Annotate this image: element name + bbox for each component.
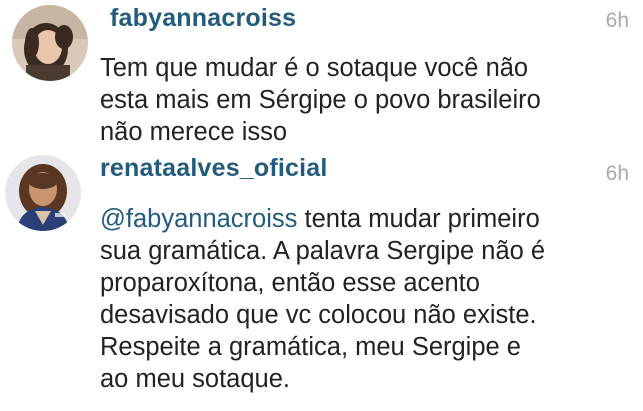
comment-text-line: Respeite a gramática, meu Sergipe e	[100, 333, 521, 361]
comment-text-line: não merece isso	[100, 118, 288, 146]
comment-text-line: sua gramática. A palavra Sergipe não é	[100, 237, 546, 265]
comment-timestamp: 6h	[605, 162, 629, 185]
user-avatar-photo-icon	[5, 155, 81, 231]
comment-text: Tem que mudar é o sotaque você não esta …	[100, 52, 613, 148]
comment-text-line: esta mais em Sérgipe o povo brasileiro	[100, 86, 541, 114]
avatar[interactable]	[12, 5, 88, 81]
comment-text-line: @fabyannacroiss tenta mudar primeiro	[100, 203, 613, 235]
comment-username[interactable]: fabyannacroiss	[110, 4, 296, 33]
comment-text-line: ao meu sotaque.	[100, 365, 290, 393]
comment-username[interactable]: renataalves_oficial	[100, 154, 328, 183]
comment-text: @fabyannacroiss tenta mudar primeiro sua…	[100, 203, 613, 395]
mention-link[interactable]: @fabyannacroiss	[100, 205, 297, 233]
avatar[interactable]	[5, 155, 81, 231]
comment-text-line: proparoxítona, então esse acento	[100, 269, 480, 297]
comment-text-line: Tem que mudar é o sotaque você não	[100, 54, 529, 82]
comment-timestamp: 6h	[605, 9, 629, 32]
user-avatar-photo-icon	[12, 5, 88, 81]
comment-text-line: desavisado que vc colocou não existe.	[100, 301, 537, 329]
comment-text-fragment: tenta mudar primeiro	[297, 205, 540, 233]
